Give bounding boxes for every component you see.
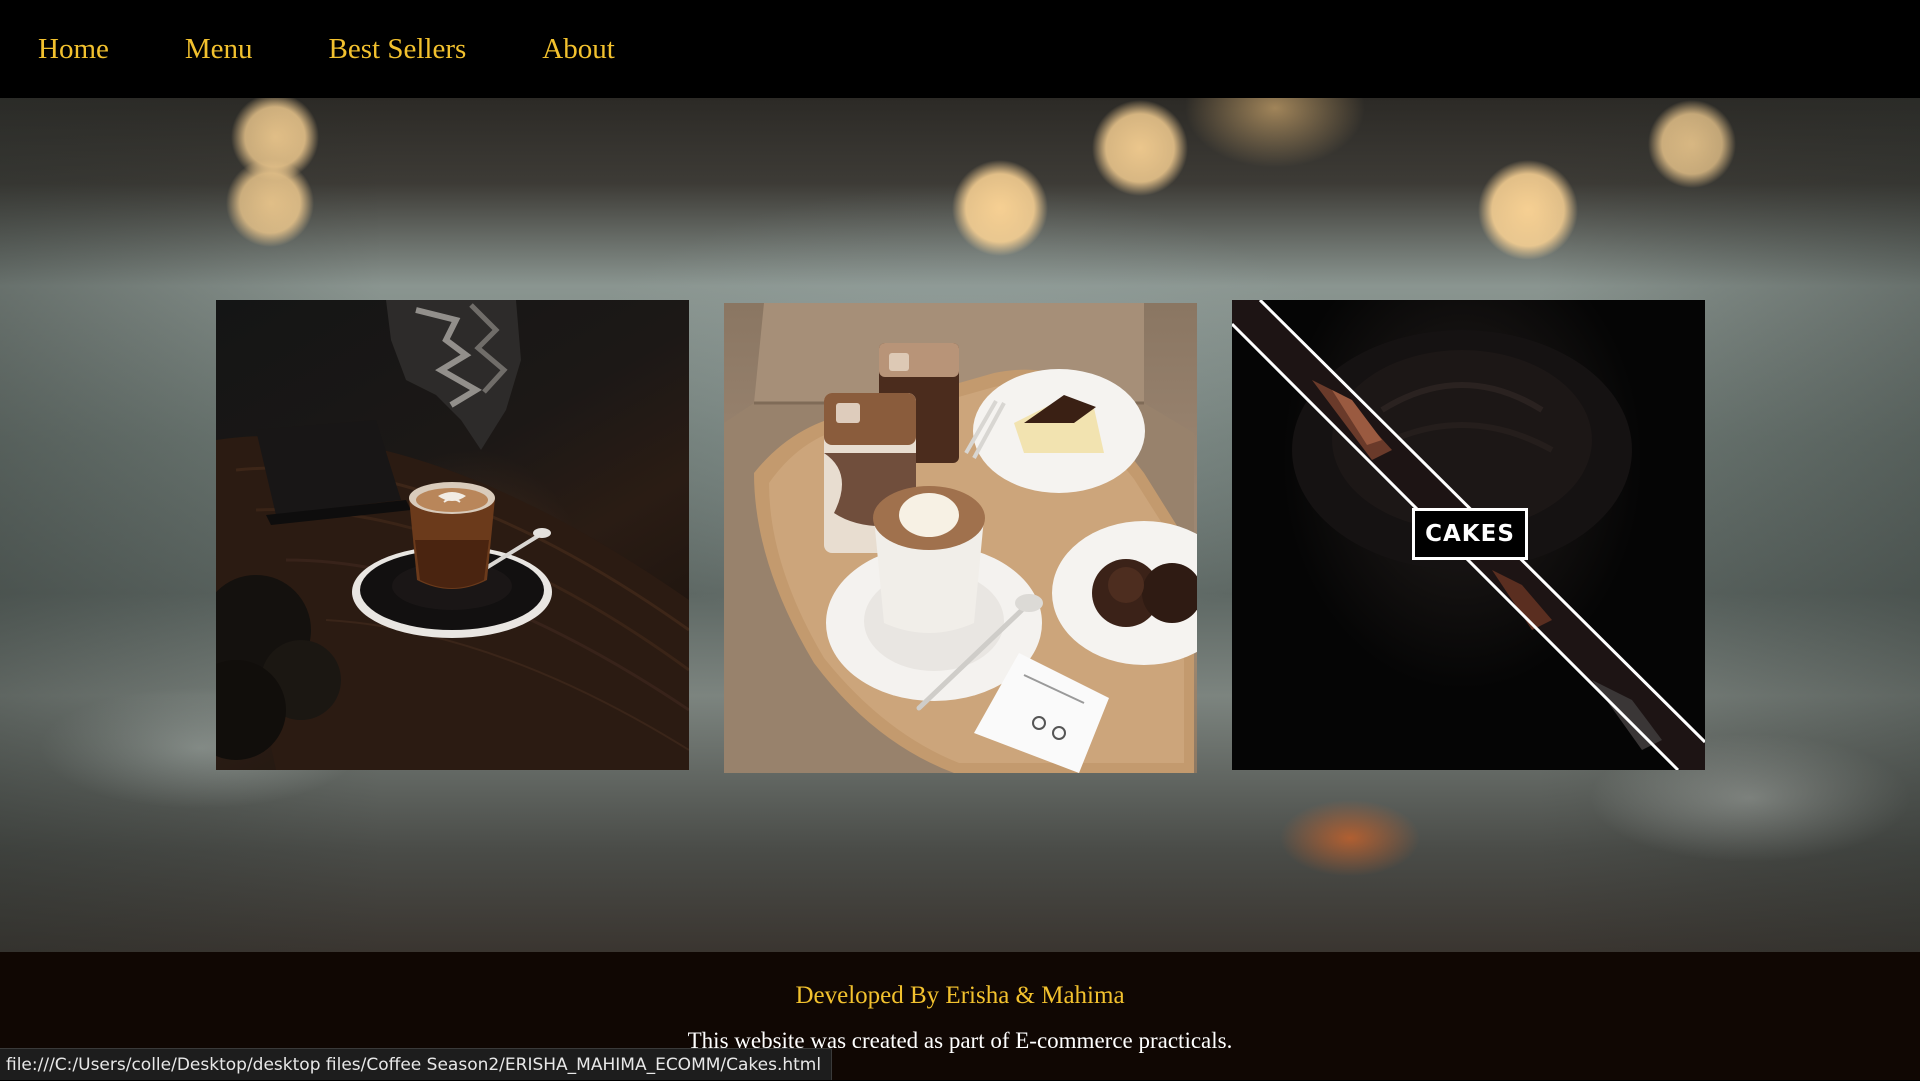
nav-about-link[interactable]: About xyxy=(542,33,615,66)
developer-credit: Developed By Erisha & Mahima xyxy=(795,982,1125,1009)
cakes-category-card[interactable]: CAKES xyxy=(1232,300,1705,770)
nav-menu-link[interactable]: Menu xyxy=(185,33,253,66)
nav-home-link[interactable]: Home xyxy=(38,33,109,66)
top-navigation: Home Menu Best Sellers About xyxy=(0,0,1920,98)
nav-best-sellers-link[interactable]: Best Sellers xyxy=(329,33,467,66)
espresso-photo-card[interactable] xyxy=(216,300,689,770)
iced-coffee-and-pastries-photo xyxy=(724,303,1197,773)
iced-coffee-photo-card[interactable] xyxy=(724,303,1197,773)
cakes-category-label[interactable]: CAKES xyxy=(1412,508,1528,560)
browser-status-bar: file:///C:/Users/colle/Desktop/desktop f… xyxy=(0,1048,833,1080)
hero-background: CAKES xyxy=(0,98,1920,952)
espresso-photo xyxy=(216,300,689,770)
